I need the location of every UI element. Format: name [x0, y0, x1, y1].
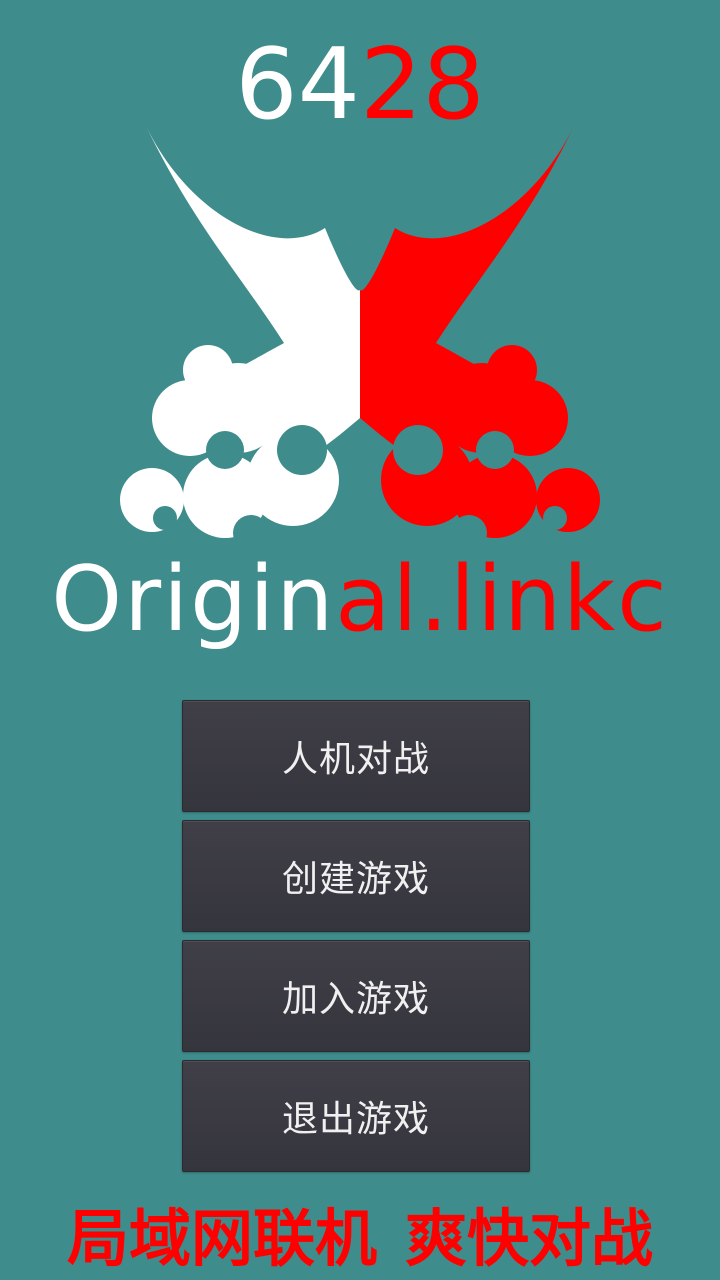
main-menu: 人机对战 创建游戏 加入游戏 退出游戏 — [182, 700, 532, 1180]
vs-ai-button-label: 人机对战 — [281, 739, 430, 780]
join-game-button[interactable]: 加入游戏 — [182, 940, 530, 1052]
exit-game-button-label: 退出游戏 — [281, 1099, 430, 1140]
create-game-button-label: 创建游戏 — [281, 859, 430, 900]
slogan-right: 爽快对战 — [405, 1202, 654, 1275]
vs-ai-button[interactable]: 人机对战 — [182, 700, 530, 812]
exit-game-button[interactable]: 退出游戏 — [182, 1060, 530, 1172]
crossed-swords-icon — [120, 128, 600, 551]
join-game-button-label: 加入游戏 — [281, 979, 430, 1020]
footer-slogan: 局域网联机 爽快对战 — [0, 1203, 720, 1274]
brand-white-part: Origin — [51, 547, 336, 652]
create-game-button[interactable]: 创建游戏 — [182, 820, 530, 932]
slogan-left: 局域网联机 — [66, 1202, 377, 1275]
white-sword-icon — [120, 128, 360, 551]
red-sword-icon — [360, 128, 600, 551]
brand-red-part: al.linkc — [335, 547, 669, 652]
brand-logo-text: Original.linkc — [0, 555, 720, 645]
